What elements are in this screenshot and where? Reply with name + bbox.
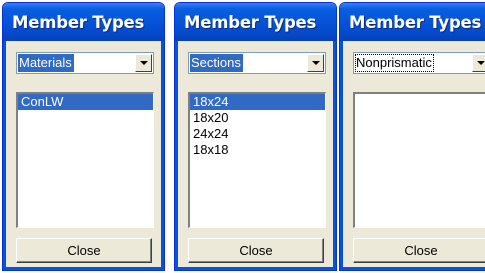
dropdown-button[interactable]: [472, 54, 485, 72]
member-types-window-sections: Member Types Sections 18x24 18x20 24x24 …: [174, 2, 337, 271]
dropdown-selected-value: Sections: [190, 54, 243, 72]
member-type-dropdown[interactable]: Materials: [16, 52, 154, 74]
member-types-window-nonprismatic: Member Types Nonprismatic Close: [339, 2, 485, 271]
list-item[interactable]: 24x24: [190, 126, 325, 142]
window-title: Member Types: [349, 12, 482, 32]
title-bar[interactable]: Member Types: [175, 3, 336, 41]
window-title: Member Types: [184, 12, 317, 32]
window-title: Member Types: [12, 12, 145, 32]
close-button[interactable]: Close: [353, 238, 485, 263]
window-body: Materials ConLW Close: [3, 41, 164, 270]
member-type-dropdown[interactable]: Nonprismatic: [353, 52, 485, 74]
title-bar[interactable]: Member Types: [3, 3, 164, 41]
list-item[interactable]: 18x18: [190, 142, 325, 158]
list-item[interactable]: 18x24: [190, 94, 325, 110]
window-body: Sections 18x24 18x20 24x24 18x18 Close: [175, 41, 336, 270]
list-item[interactable]: 18x20: [190, 110, 325, 126]
chevron-down-icon: [312, 61, 320, 65]
chevron-down-icon: [477, 61, 485, 65]
dropdown-selected-value: Nonprismatic: [355, 54, 434, 72]
chevron-down-icon: [140, 61, 148, 65]
title-bar[interactable]: Member Types: [340, 3, 485, 41]
close-button[interactable]: Close: [16, 238, 152, 263]
screenshot-stage: Member Types Materials ConLW Close Membe…: [0, 0, 485, 273]
dropdown-button[interactable]: [307, 54, 324, 72]
window-body: Nonprismatic Close: [340, 41, 485, 270]
member-type-dropdown[interactable]: Sections: [188, 52, 326, 74]
dropdown-selected-value: Materials: [18, 54, 74, 72]
member-list[interactable]: ConLW: [16, 92, 154, 228]
list-item[interactable]: ConLW: [18, 94, 153, 110]
dropdown-button[interactable]: [135, 54, 152, 72]
member-list[interactable]: 18x24 18x20 24x24 18x18: [188, 92, 326, 228]
member-list[interactable]: [353, 92, 485, 228]
member-types-window-materials: Member Types Materials ConLW Close: [2, 2, 165, 271]
close-button[interactable]: Close: [188, 238, 324, 263]
